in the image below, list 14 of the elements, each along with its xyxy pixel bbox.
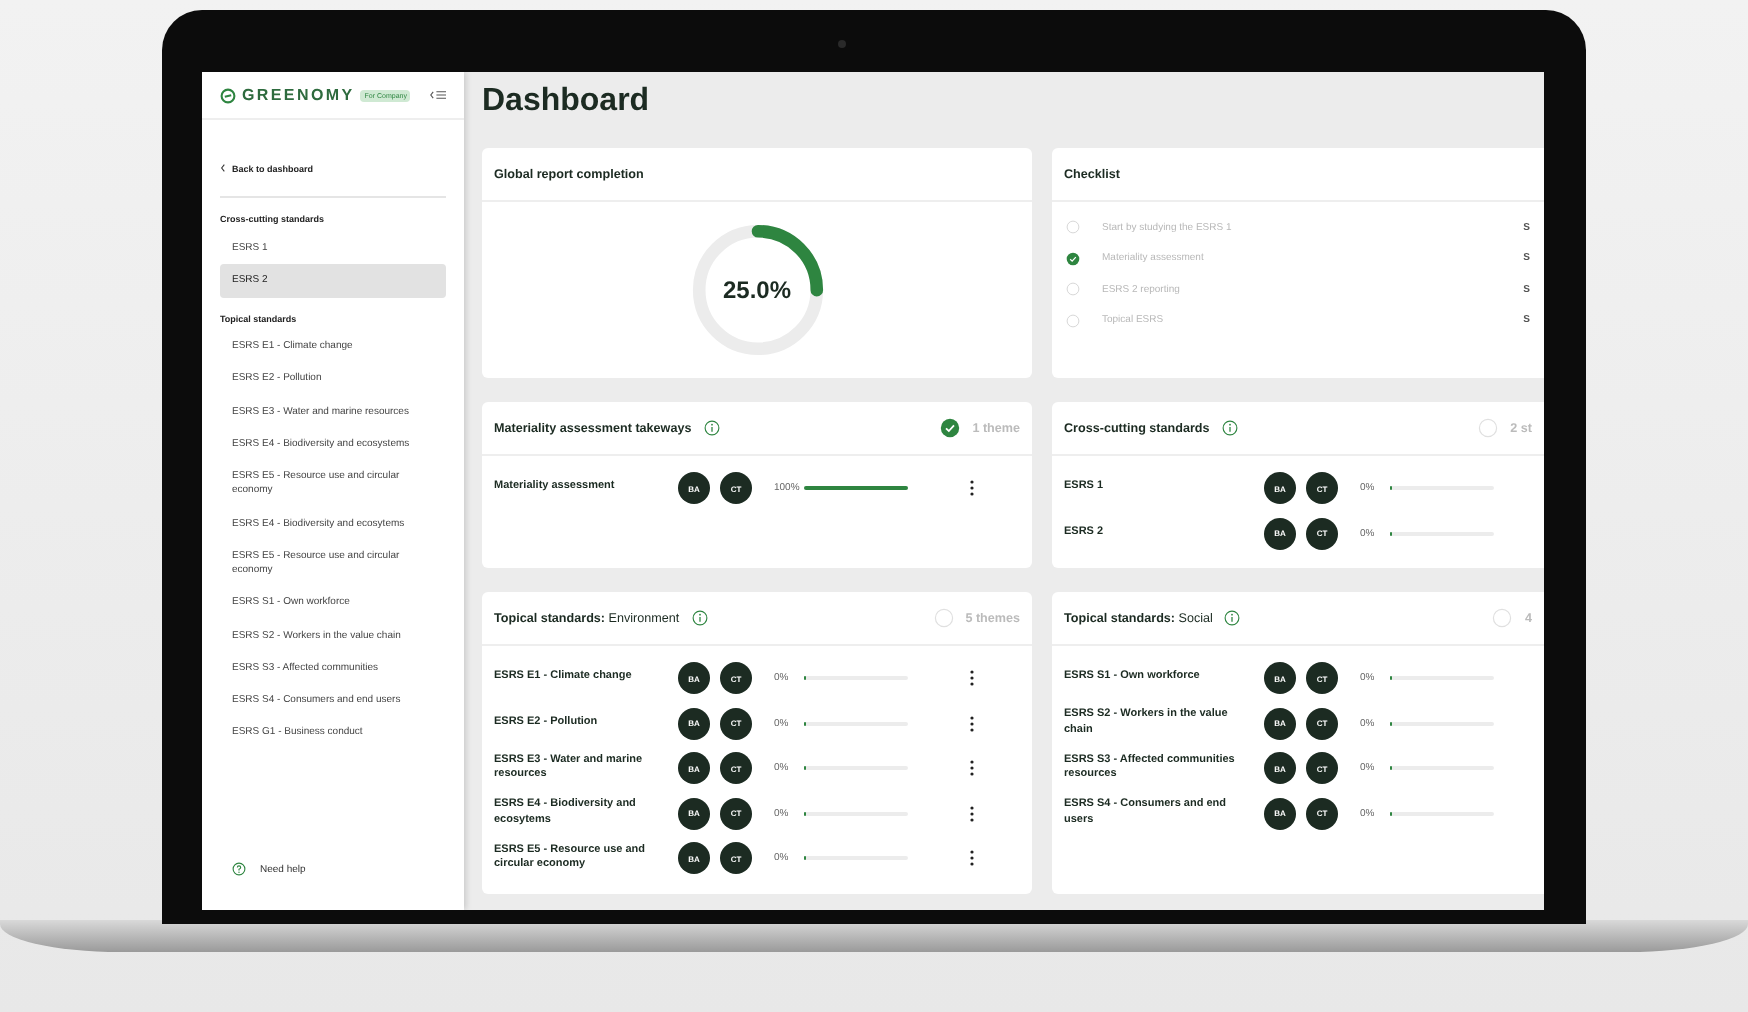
- completion-value: 25.0%: [722, 276, 792, 304]
- brand-name: GREENOMY: [242, 86, 355, 104]
- donut-chart: [687, 220, 827, 360]
- info-icon[interactable]: [1224, 610, 1241, 626]
- logo-icon: [220, 87, 236, 103]
- help-icon: [232, 862, 246, 876]
- collapse-menu-icon[interactable]: [430, 90, 446, 100]
- info-icon[interactable]: [703, 420, 720, 436]
- checked-circle-icon[interactable]: [1066, 251, 1080, 266]
- info-icon[interactable]: [1221, 420, 1238, 436]
- info-icon[interactable]: [691, 610, 708, 626]
- progress-bar: [804, 486, 908, 491]
- page-title: Dashboard: [482, 84, 652, 120]
- chevron-left-icon: [220, 164, 226, 172]
